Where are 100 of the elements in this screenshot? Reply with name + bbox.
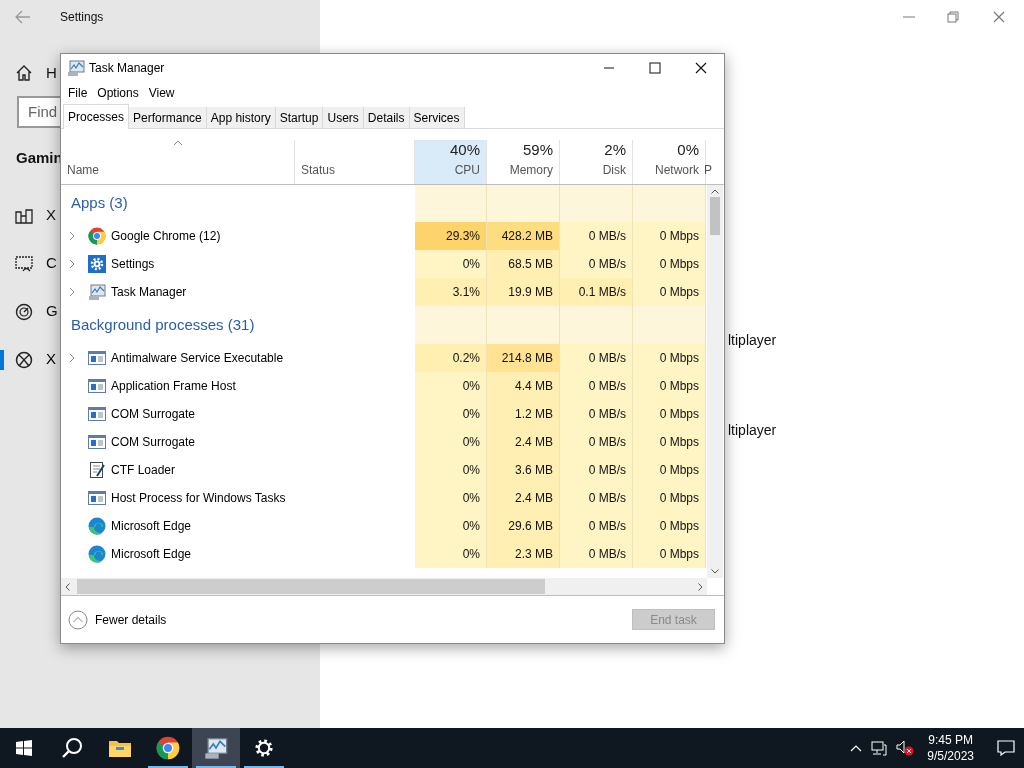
process-name: Microsoft Edge bbox=[111, 518, 192, 535]
table-cell: 0% bbox=[415, 250, 487, 278]
tab[interactable]: Processes bbox=[63, 104, 130, 129]
nav-item[interactable]: X bbox=[0, 203, 60, 228]
nav-item[interactable]: C bbox=[0, 251, 60, 276]
expand-chevron-icon[interactable] bbox=[69, 259, 75, 269]
table-cell: 0.1 MB/s bbox=[560, 278, 633, 306]
clock-time: 9:45 PM bbox=[928, 732, 973, 748]
table-cell: 0% bbox=[415, 484, 487, 512]
notification-icon bbox=[997, 740, 1015, 756]
capture-icon bbox=[15, 254, 33, 273]
table-cell: 0% bbox=[415, 428, 487, 456]
table-cell: 0 Mbps bbox=[633, 456, 706, 484]
back-arrow-icon bbox=[15, 9, 31, 24]
search-field[interactable]: Find bbox=[17, 96, 60, 128]
scrollbar-thumb[interactable] bbox=[77, 579, 545, 594]
tab[interactable]: Services bbox=[409, 107, 465, 128]
expand-chevron-icon[interactable] bbox=[69, 287, 75, 297]
process-name: Host Process for Windows Tasks bbox=[111, 490, 286, 507]
home-icon bbox=[15, 64, 33, 82]
table-cell: 0 MB/s bbox=[560, 456, 633, 484]
process-name: Antimalware Service Executable bbox=[111, 350, 284, 367]
minimize-icon bbox=[903, 15, 915, 18]
table-cell: 0 MB/s bbox=[560, 250, 633, 278]
column-header[interactable]: 59% Memory bbox=[487, 140, 560, 184]
setting-label: ltiplayer bbox=[728, 421, 777, 440]
process-name: CTF Loader bbox=[111, 462, 176, 479]
table-cell: 0 MB/s bbox=[560, 428, 633, 456]
table-cell: 0 Mbps bbox=[633, 484, 706, 512]
table-cell: 4.4 MB bbox=[487, 372, 560, 400]
menu-item[interactable]: Options bbox=[92, 84, 144, 102]
search-icon bbox=[61, 737, 83, 759]
window-title: Settings bbox=[60, 8, 104, 26]
table-cell: 19.9 MB bbox=[487, 278, 560, 306]
window-icon bbox=[88, 377, 106, 395]
chrome-icon bbox=[88, 227, 106, 245]
table-cell: 0 Mbps bbox=[633, 540, 706, 568]
scrollbar-thumb[interactable] bbox=[710, 197, 720, 235]
menu-item[interactable]: View bbox=[143, 84, 180, 102]
table-cell: 0 Mbps bbox=[633, 372, 706, 400]
table-cell: 0 MB/s bbox=[560, 344, 633, 372]
tab[interactable]: Users bbox=[323, 107, 364, 128]
scroll-down-icon bbox=[711, 569, 719, 574]
nav-item[interactable]: X bbox=[0, 347, 60, 372]
folder-icon bbox=[108, 738, 132, 758]
nav-item[interactable]: G bbox=[0, 299, 60, 324]
table-cell: 1.2 MB bbox=[487, 400, 560, 428]
taskbar-button[interactable] bbox=[192, 728, 240, 768]
bar-chart-icon bbox=[15, 206, 33, 225]
column-header[interactable]: Name bbox=[61, 140, 295, 184]
vertical-scrollbar[interactable] bbox=[707, 185, 723, 578]
tab[interactable]: App history bbox=[206, 107, 276, 128]
menu-item[interactable]: File bbox=[63, 84, 93, 102]
horizontal-scrollbar[interactable] bbox=[61, 578, 707, 595]
nav-item[interactable]: H bbox=[0, 61, 60, 85]
collapse-chevron-icon bbox=[68, 609, 88, 630]
group-title: Background processes (31) bbox=[71, 314, 255, 335]
table-cell: 2.4 MB bbox=[487, 484, 560, 512]
edge-icon bbox=[88, 545, 106, 563]
process-name: COM Surrogate bbox=[111, 434, 196, 451]
setting-label: ltiplayer bbox=[728, 331, 777, 350]
fewer-details-button[interactable]: Fewer details bbox=[68, 609, 167, 630]
close-icon bbox=[695, 62, 707, 74]
scroll-left-icon bbox=[65, 582, 70, 591]
expand-chevron-icon[interactable] bbox=[69, 353, 75, 363]
process-name: Task Manager bbox=[111, 284, 187, 301]
table-cell: 0% bbox=[415, 540, 487, 568]
table-cell: 29.6 MB bbox=[487, 512, 560, 540]
expand-chevron-icon[interactable] bbox=[69, 231, 75, 241]
table-cell: 3.6 MB bbox=[487, 456, 560, 484]
column-header[interactable]: P bbox=[706, 140, 718, 184]
table-cell: 428.2 MB bbox=[487, 222, 560, 250]
process-name: COM Surrogate bbox=[111, 406, 196, 423]
monitor-icon bbox=[204, 736, 228, 760]
table-cell: 0 Mbps bbox=[633, 344, 706, 372]
table-cell: 29.3% bbox=[415, 222, 487, 250]
show-hidden-icons-caret-icon bbox=[850, 744, 863, 752]
table-cell: 0 Mbps bbox=[633, 400, 706, 428]
window-icon bbox=[88, 489, 106, 507]
table-cell: 3.1% bbox=[415, 278, 487, 306]
gear-icon bbox=[88, 255, 106, 273]
tab[interactable]: Performance bbox=[129, 107, 207, 128]
edge-icon bbox=[88, 517, 106, 535]
gauge-icon bbox=[15, 302, 33, 321]
table-cell: 214.8 MB bbox=[487, 344, 560, 372]
process-name: Microsoft Edge bbox=[111, 546, 192, 563]
table-cell: 0.2% bbox=[415, 344, 487, 372]
window-icon bbox=[88, 349, 106, 367]
table-cell: 0 MB/s bbox=[560, 400, 633, 428]
window-icon bbox=[88, 405, 106, 423]
network-icon bbox=[871, 740, 888, 756]
column-header[interactable]: 2% Disk bbox=[560, 140, 633, 184]
monitor-icon bbox=[67, 59, 85, 77]
tab[interactable]: Startup bbox=[275, 107, 324, 128]
table-cell: 0 Mbps bbox=[633, 250, 706, 278]
process-name: Application Frame Host bbox=[111, 378, 236, 395]
column-header[interactable]: 40% CPU bbox=[415, 140, 487, 184]
tab[interactable]: Details bbox=[363, 107, 410, 128]
clock-date: 9/5/2023 bbox=[927, 748, 974, 764]
column-header[interactable]: 0% Network bbox=[633, 140, 706, 184]
